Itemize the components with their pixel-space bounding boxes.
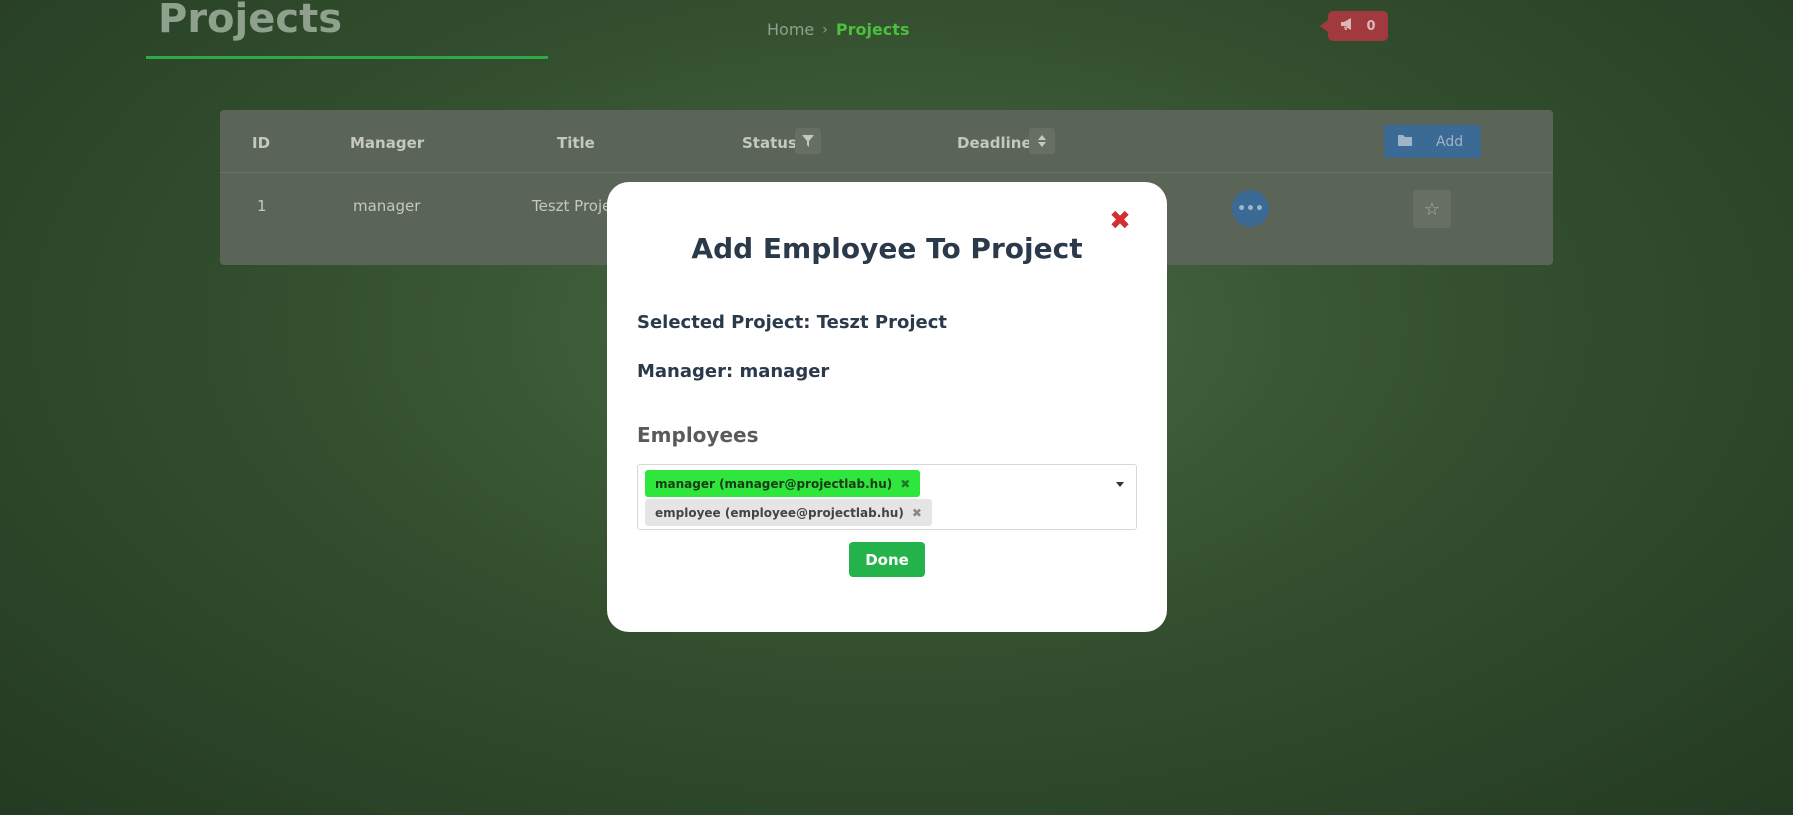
header-id: ID [252,134,271,152]
notification-button[interactable]: 0 [1320,11,1388,41]
page-title: Projects [158,0,343,42]
chevron-down-icon[interactable] [1116,482,1124,487]
employee-tag: manager (manager@projectlab.hu) ✖ [645,470,921,497]
add-project-button[interactable]: Add [1384,125,1481,158]
megaphone-icon [1340,17,1356,35]
more-options-button[interactable]: ••• [1232,190,1269,227]
manager-text: Manager: manager [637,361,830,382]
header-deadline: Deadline [957,134,1032,152]
notification-count: 0 [1366,18,1376,34]
employee-tag-label: employee (employee@projectlab.hu) [655,505,904,520]
breadcrumb-current: Projects [835,20,910,39]
selected-project-text: Selected Project: Teszt Project [637,312,947,333]
sort-icon[interactable] [1029,128,1055,154]
breadcrumb: Home › Projects [767,20,909,39]
header-manager: Manager [350,134,425,152]
header-status: Status [742,134,797,152]
employees-label: Employees [637,423,759,447]
filter-icon[interactable] [795,128,821,154]
remove-tag-icon[interactable]: ✖ [900,477,910,491]
breadcrumb-home-link[interactable]: Home [767,20,814,39]
remove-tag-icon[interactable]: ✖ [912,506,922,520]
add-label: Add [1436,133,1464,150]
employees-multiselect[interactable]: manager (manager@projectlab.hu) ✖ employ… [637,464,1137,530]
close-icon[interactable]: ✖ [1107,208,1133,234]
breadcrumb-separator: › [822,21,828,38]
folder-icon [1398,134,1412,150]
cell-manager: manager [353,197,421,215]
add-employee-modal: ✖ Add Employee To Project Selected Proje… [607,182,1167,632]
employee-tag: employee (employee@projectlab.hu) ✖ [645,499,932,526]
modal-title: Add Employee To Project [691,232,1083,265]
star-icon[interactable]: ☆ [1413,190,1451,228]
row-divider [220,172,1553,173]
done-button[interactable]: Done [849,542,925,577]
cell-id: 1 [257,197,267,215]
title-underline [146,56,548,59]
header-title: Title [557,134,595,152]
employee-tag-label: manager (manager@projectlab.hu) [655,476,893,491]
